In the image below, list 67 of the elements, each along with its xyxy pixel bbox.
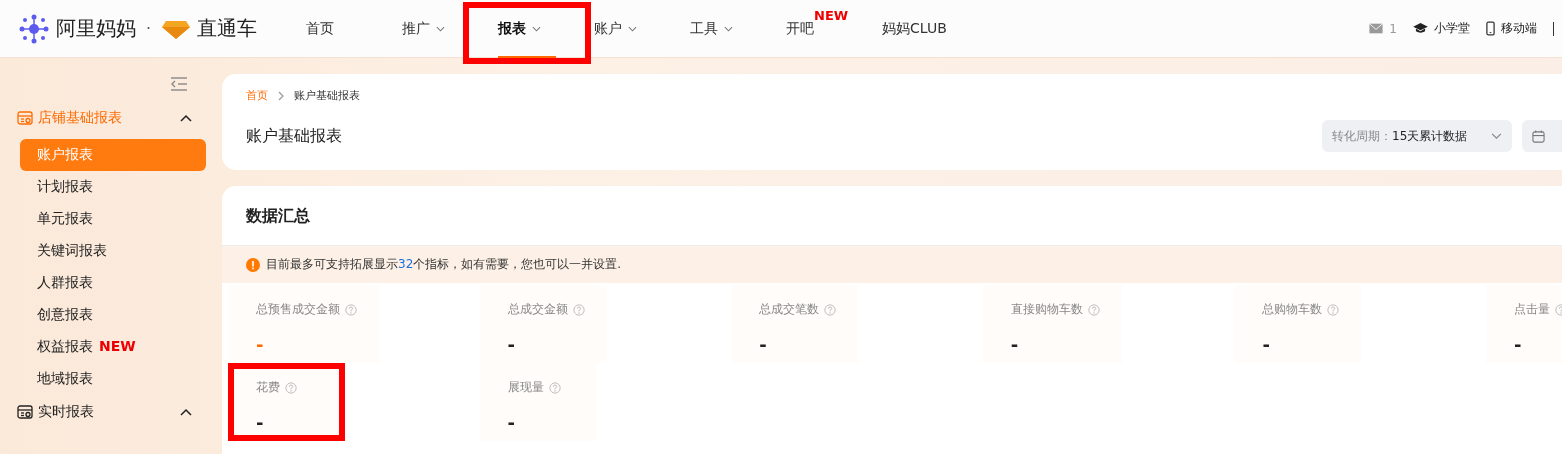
nav-tab[interactable]: 工具: [680, 0, 776, 58]
metric-label: 点击量: [1513, 301, 1550, 318]
metric-value: -: [1513, 334, 1523, 355]
sidebar-item[interactable]: 创意报表: [20, 299, 206, 331]
sidebar-item[interactable]: 人群报表: [20, 267, 206, 299]
help-icon[interactable]: [1327, 303, 1340, 316]
report-icon: [17, 404, 33, 420]
collapse-menu-icon[interactable]: [170, 77, 188, 91]
nav-tab[interactable]: 推广: [392, 0, 488, 58]
sidebar-item[interactable]: 权益报表 NEW: [20, 331, 206, 363]
metric-label: 直接购物车数: [1010, 301, 1083, 318]
nav-tab[interactable]: 报表: [488, 0, 584, 58]
mail-icon[interactable]: [1369, 23, 1384, 34]
chevron-icon: [180, 114, 192, 122]
metric-value: -: [507, 334, 517, 355]
caret-icon: [436, 25, 445, 32]
nav-tab[interactable]: 账户: [584, 0, 680, 58]
sidebar-item[interactable]: 地域报表: [20, 363, 206, 395]
page-title: 账户基础报表: [246, 125, 342, 147]
report-icon: [17, 110, 33, 126]
phone-icon[interactable]: [1486, 21, 1495, 36]
metric-value: -: [1262, 334, 1271, 355]
metric-value: -: [256, 334, 265, 355]
mobile-link[interactable]: 移动端: [1501, 20, 1537, 37]
caret-icon: [628, 25, 637, 32]
nav-tab[interactable]: 妈妈CLUB: [872, 0, 968, 58]
metric-label: 展现量: [507, 379, 544, 396]
metric-value: -: [1010, 334, 1020, 355]
metric-label: 花费: [256, 379, 280, 396]
chevron-down-icon: [1491, 132, 1502, 140]
period-select[interactable]: 转化周期：15天累计数据: [1322, 120, 1512, 152]
nav-tab[interactable]: 首页: [296, 0, 392, 58]
sidebar-group[interactable]: 实时报表: [0, 395, 206, 429]
help-icon[interactable]: [1087, 303, 1100, 316]
help-icon[interactable]: [1554, 303, 1562, 316]
help-icon[interactable]: [548, 381, 561, 394]
help-icon[interactable]: [824, 303, 837, 316]
logo-icon: [18, 12, 50, 45]
brand-name: 阿里妈妈: [56, 15, 136, 42]
metric-label: 总购物车数: [1262, 301, 1323, 318]
brand-separator: ·: [146, 19, 152, 38]
metric-label: 总预售成交金额: [256, 301, 340, 318]
breadcrumb-current: 账户基础报表: [294, 88, 360, 103]
sidebar-item[interactable]: 计划报表: [20, 171, 206, 203]
warning-icon: [246, 257, 260, 272]
help-icon[interactable]: [285, 381, 297, 394]
chevron-icon: [180, 408, 192, 416]
chevron-right-icon: [278, 90, 284, 101]
notice-text: 目前最多可支持拓展显示32个指标，如有需要，您也可以一并设置.: [266, 256, 622, 273]
metric-value: -: [507, 412, 517, 433]
sidebar-item[interactable]: 单元报表: [20, 203, 206, 235]
metric-label: 总成交笔数: [759, 301, 820, 318]
date-picker[interactable]: [1522, 120, 1562, 152]
new-label: NEW: [814, 7, 849, 23]
metric-value: -: [256, 412, 265, 433]
metric-value: -: [759, 334, 768, 355]
help-icon[interactable]: [345, 303, 357, 316]
caret-icon: [532, 25, 541, 32]
product-name: 直通车: [197, 15, 258, 42]
graduation-cap-icon[interactable]: [1413, 23, 1428, 34]
help-icon[interactable]: [572, 303, 585, 316]
calendar-icon: [1532, 129, 1545, 143]
school-link[interactable]: 小学堂: [1434, 20, 1470, 37]
metric-label: 总成交金额: [507, 301, 568, 318]
sidebar-item[interactable]: 关键词报表: [20, 235, 206, 267]
caret-icon: [724, 25, 733, 32]
message-count: 1: [1389, 21, 1397, 36]
